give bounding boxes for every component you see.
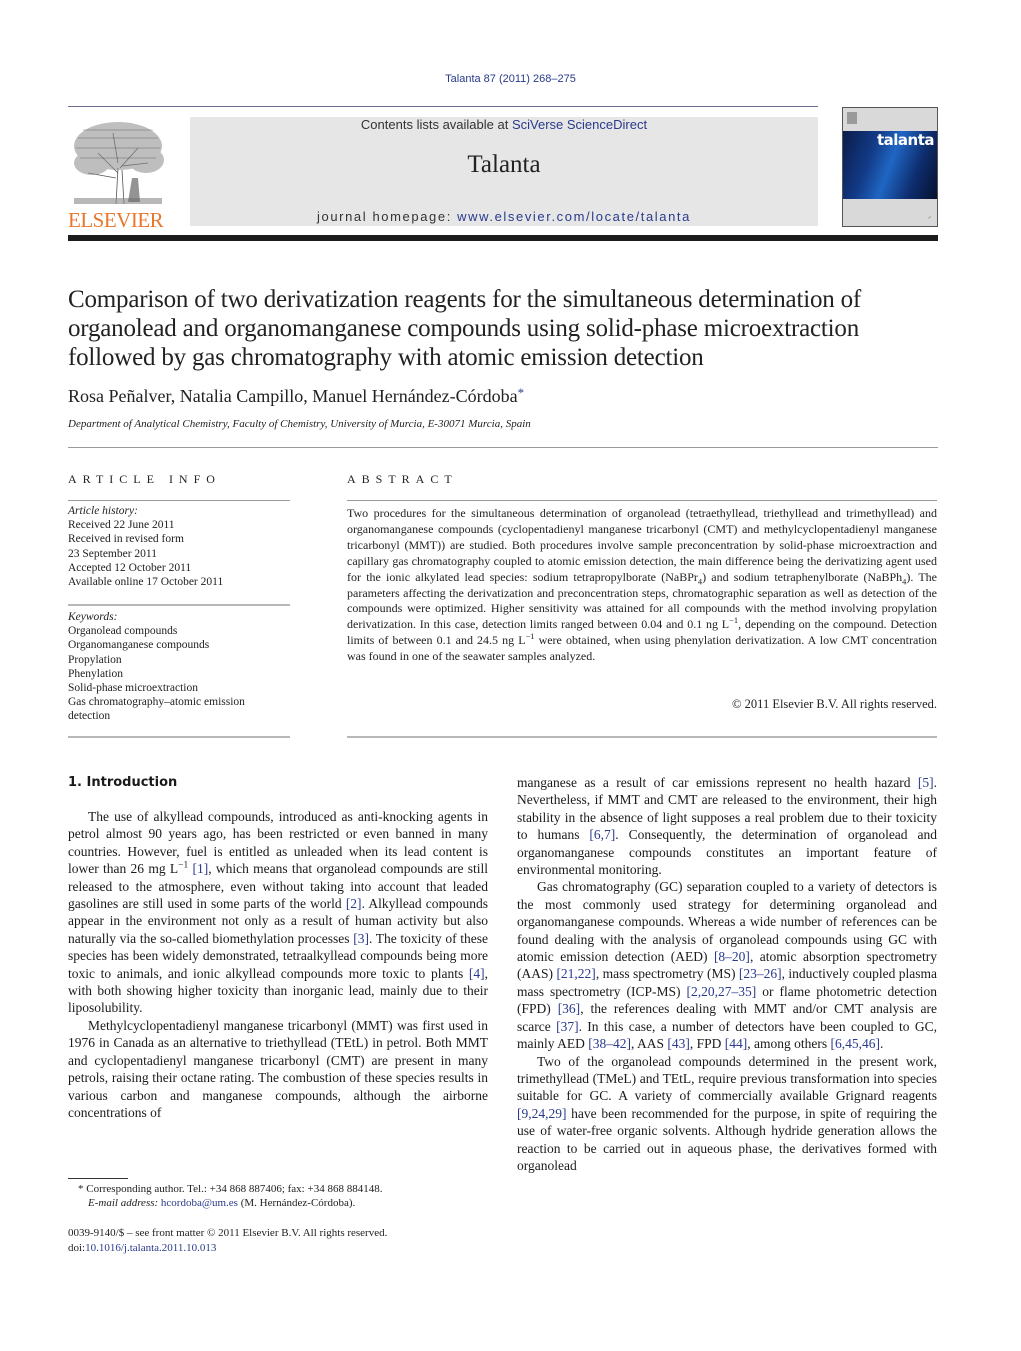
cover-publisher-mark-icon: ✓ xyxy=(927,215,932,221)
header-thick-rule xyxy=(68,235,938,241)
author-list: Rosa Peñalver, Natalia Campillo, Manuel … xyxy=(68,385,524,407)
reference-link[interactable]: [21,22] xyxy=(556,966,595,981)
reference-link[interactable]: [44] xyxy=(725,1036,748,1051)
elsevier-wordmark: ELSEVIER xyxy=(68,208,164,232)
header-rule xyxy=(68,106,818,107)
reference-link[interactable]: [8–20] xyxy=(714,949,750,964)
reference-link[interactable]: [9,24,29] xyxy=(517,1106,567,1121)
authors: Rosa Peñalver, Natalia Campillo, Manuel … xyxy=(68,386,518,406)
article-title: Comparison of two derivatization reagent… xyxy=(68,286,862,371)
front-matter: 0039-9140/$ – see front matter © 2011 El… xyxy=(68,1226,488,1255)
text: . xyxy=(880,1036,884,1052)
affiliation: Department of Analytical Chemistry, Facu… xyxy=(68,418,531,430)
section-heading-introduction: 1. Introduction xyxy=(68,775,178,790)
keyword-item: Propylation xyxy=(68,653,122,666)
homepage-line: journal homepage: www.elsevier.com/locat… xyxy=(190,209,818,224)
sciencedirect-link[interactable]: SciVerse ScienceDirect xyxy=(512,117,647,132)
paragraph: The use of alkyllead compounds, introduc… xyxy=(68,808,488,1017)
abstract-heading: ABSTRACT xyxy=(347,472,458,486)
abstract-copyright: © 2011 Elsevier B.V. All rights reserved… xyxy=(732,697,937,711)
superscript: −1 xyxy=(729,616,739,626)
abstract-end-rule xyxy=(347,736,937,738)
email-label: E-mail address: xyxy=(88,1197,159,1209)
history-item: Received in revised form xyxy=(68,533,184,546)
corresponding-author-link[interactable]: * xyxy=(518,385,525,400)
reference-link[interactable]: [3] xyxy=(353,931,369,946)
keyword-item: detection xyxy=(68,710,111,723)
homepage-link[interactable]: www.elsevier.com/locate/talanta xyxy=(457,209,691,224)
reference-link[interactable]: [2,20,27–35] xyxy=(687,984,757,999)
text: , among others xyxy=(747,1036,831,1052)
email-link[interactable]: hcordoba@um.es xyxy=(161,1197,238,1209)
history-item: Accepted 12 October 2011 xyxy=(68,561,192,574)
cover-title: talanta xyxy=(876,131,935,149)
elsevier-logo: ELSEVIER xyxy=(68,118,170,232)
keyword-item: Gas chromatography–atomic emission xyxy=(68,696,245,709)
reference-link[interactable]: [5] xyxy=(918,775,934,790)
cover-emblem-icon xyxy=(847,112,857,124)
reference-link[interactable]: [38–42] xyxy=(588,1036,631,1051)
journal-citation[interactable]: Talanta 87 (2011) 268–275 xyxy=(0,73,1021,85)
issn-line: 0039-9140/$ – see front matter © 2011 El… xyxy=(68,1227,388,1239)
reference-link[interactable]: [6,7] xyxy=(589,827,615,842)
keyword-item: Solid-phase microextraction xyxy=(68,682,198,695)
history-item: Received 22 June 2011 xyxy=(68,519,175,532)
keywords-label: Keywords: xyxy=(68,611,118,623)
homepage-prefix: journal homepage: xyxy=(317,209,458,224)
footnote-rule xyxy=(68,1178,128,1179)
contents-prefix: Contents lists available at xyxy=(360,117,512,132)
footnote-text: Corresponding author. Tel.: +34 868 8874… xyxy=(86,1183,383,1195)
history-item: Available online 17 October 2011 xyxy=(68,576,224,589)
reference-link[interactable]: [6,45,46] xyxy=(831,1036,881,1051)
abstract-part: ) and sodium tetraphenylborate (NaBPh xyxy=(702,569,903,584)
reference-link[interactable]: [37] xyxy=(556,1019,579,1034)
article-info-end-rule xyxy=(68,736,290,738)
keyword-item: Organolead compounds xyxy=(68,625,178,638)
journal-header-band: Contents lists available at SciVerse Sci… xyxy=(190,117,818,226)
text: Two of the organolead compounds determin… xyxy=(517,1053,937,1104)
email-suffix: (M. Hernández-Córdoba). xyxy=(237,1197,356,1209)
text: manganese as a result of car emissions r… xyxy=(517,775,918,790)
contents-line: Contents lists available at SciVerse Sci… xyxy=(190,117,818,132)
paragraph: Methylcyclopentadienyl manganese tricarb… xyxy=(68,1017,488,1120)
tree-icon xyxy=(74,122,164,205)
paragraph: Two of the organolead compounds determin… xyxy=(517,1053,937,1175)
keywords-rule xyxy=(68,604,290,606)
body-column-left: The use of alkyllead compounds, introduc… xyxy=(68,808,488,1121)
keyword-item: Phenylation xyxy=(68,667,123,680)
doi-prefix: doi: xyxy=(68,1241,86,1254)
reference-link[interactable]: [1] xyxy=(192,861,208,876)
keyword-item: Organomanganese compounds xyxy=(68,639,210,652)
abstract-rule xyxy=(347,500,937,501)
history-item: 23 September 2011 xyxy=(68,547,158,560)
reference-link[interactable]: [2] xyxy=(346,896,362,911)
article-info-heading: ARTICLE INFO xyxy=(68,472,221,486)
body-column-right: manganese as a result of car emissions r… xyxy=(517,774,937,1174)
journal-name: Talanta xyxy=(467,151,541,178)
reference-link[interactable]: [36] xyxy=(558,1001,581,1016)
footnote-mark: * xyxy=(78,1183,84,1195)
text: , FPD xyxy=(689,1036,725,1052)
reference-link[interactable]: [43] xyxy=(667,1036,690,1051)
keywords: Keywords: Organolead compounds Organoman… xyxy=(68,610,290,724)
article-history: Article history: Received 22 June 2011 R… xyxy=(68,504,290,589)
abstract-text: Two procedures for the simultaneous dete… xyxy=(347,506,937,665)
reference-link[interactable]: [4] xyxy=(469,966,485,981)
title-divider xyxy=(68,447,938,448)
text: , AAS xyxy=(631,1036,668,1052)
doi-line: doi:10.1016/j.talanta.2011.10.013 xyxy=(68,1241,488,1256)
corresponding-author-footnote: * Corresponding author. Tel.: +34 868 88… xyxy=(68,1182,488,1210)
text: have been recommended for the purpose, i… xyxy=(517,1105,937,1173)
doi-link[interactable]: 10.1016/j.talanta.2011.10.013 xyxy=(85,1242,216,1254)
article-info-rule xyxy=(68,500,290,501)
article-history-label: Article history: xyxy=(68,505,138,517)
paragraph: manganese as a result of car emissions r… xyxy=(517,774,937,878)
paragraph: Gas chromatography (GC) separation coupl… xyxy=(517,878,937,1052)
reference-link[interactable]: [23–26] xyxy=(739,966,782,981)
text: , mass spectrometry (MS) xyxy=(595,966,739,982)
superscript: −1 xyxy=(178,860,189,871)
journal-cover[interactable]: talanta ✓ xyxy=(842,107,938,227)
